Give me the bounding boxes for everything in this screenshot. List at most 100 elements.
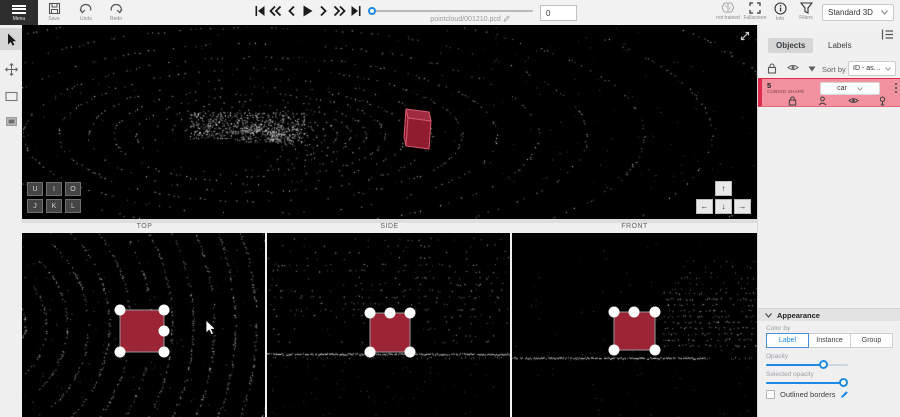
key-j-button[interactable]: J <box>27 199 43 213</box>
resize-handle[interactable] <box>115 347 126 358</box>
visibility-all-button[interactable] <box>787 63 799 72</box>
image-view-tool-button[interactable] <box>0 110 22 132</box>
skip-first-button[interactable] <box>253 4 266 17</box>
next-frame-button[interactable] <box>317 4 330 17</box>
cuboid-rect-side[interactable] <box>370 313 410 352</box>
cuboid-overlay-3d <box>22 25 757 219</box>
top-ortho-view[interactable] <box>22 233 265 417</box>
rotate-handle[interactable] <box>385 308 396 319</box>
opacity-slider-handle[interactable] <box>819 360 828 369</box>
fast-forward-button[interactable] <box>333 4 346 17</box>
cuboid-overlay-top <box>22 233 265 417</box>
sort-by-select[interactable]: ID - as… <box>848 61 896 76</box>
color-by-label-button[interactable]: Label <box>766 333 809 348</box>
frame-seek-slider[interactable] <box>372 10 533 12</box>
color-by-instance-button[interactable]: Instance <box>809 333 851 348</box>
rotate-handle[interactable] <box>159 326 170 337</box>
resize-handle[interactable] <box>159 305 170 316</box>
object-visibility-icon[interactable] <box>848 96 859 105</box>
resize-handle[interactable] <box>159 347 170 358</box>
rectangle-icon <box>5 91 18 102</box>
arrow-up-button[interactable]: ↑ <box>715 181 732 196</box>
select-tool-button[interactable] <box>0 28 22 50</box>
cuboid-overlay-side <box>267 233 510 417</box>
filename-label[interactable]: pointcloud/001210.pcd <box>385 15 555 23</box>
fullscreen-button[interactable]: Fullscreen <box>742 2 768 24</box>
resize-handle[interactable] <box>650 307 661 318</box>
undo-button[interactable]: Undo <box>72 2 100 24</box>
panel-menu-icon[interactable] <box>881 29 894 40</box>
cuboid-tool-button[interactable] <box>0 85 22 107</box>
model-status[interactable]: not trained <box>712 2 744 24</box>
cuboid-front-face[interactable] <box>406 118 431 149</box>
side-ortho-view[interactable] <box>267 233 510 417</box>
lock-all-button[interactable] <box>767 63 777 74</box>
arrow-right-button[interactable]: → <box>734 199 751 214</box>
outlined-borders-checkbox[interactable] <box>766 390 775 399</box>
filter-dropdown-icon[interactable] <box>808 66 816 72</box>
playback-controls <box>253 4 362 17</box>
color-by-segment: Label Instance Group <box>766 333 893 348</box>
object-lock-icon[interactable] <box>788 96 797 106</box>
object-class-select[interactable]: car <box>820 82 880 95</box>
object-list-item-selected[interactable]: 5 CUBOID SHAPE car <box>758 78 900 107</box>
viewport-arrow-keys: ↑ ← ↓ → <box>696 181 751 214</box>
side-view-label: SIDE <box>267 223 512 233</box>
resize-handle[interactable] <box>650 345 661 356</box>
edit-color-icon[interactable] <box>840 390 849 399</box>
main-3d-viewport[interactable]: U I O J K L ↑ ← ↓ → <box>22 25 757 219</box>
menu-button[interactable]: Menu <box>0 0 38 25</box>
outlined-borders-label: Outlined borders <box>780 390 835 399</box>
object-author-icon[interactable] <box>818 96 827 106</box>
key-i-button[interactable]: I <box>46 182 62 196</box>
resize-handle[interactable] <box>115 305 126 316</box>
key-o-button[interactable]: O <box>65 182 81 196</box>
resize-handle[interactable] <box>405 347 416 358</box>
pan-tool-button[interactable] <box>0 58 22 80</box>
expand-view-icon[interactable] <box>739 30 751 42</box>
selected-opacity-slider[interactable] <box>766 382 848 384</box>
fast-rewind-button[interactable] <box>269 4 282 17</box>
frame-number-input[interactable] <box>540 5 577 21</box>
key-k-button[interactable]: K <box>46 199 62 213</box>
cuboid-overlay-front <box>512 233 757 417</box>
prev-frame-button[interactable] <box>285 4 298 17</box>
front-view-label: FRONT <box>512 223 757 233</box>
cuboid-rect-front[interactable] <box>614 312 655 350</box>
redo-button[interactable]: Redo <box>102 2 130 24</box>
rotate-handle[interactable] <box>629 307 640 318</box>
front-ortho-view[interactable] <box>512 233 757 417</box>
seek-slider-handle[interactable] <box>368 7 376 15</box>
opacity-slider[interactable] <box>766 364 848 366</box>
top-toolbar: Menu Save Undo Redo <box>0 0 900 25</box>
object-pin-icon[interactable] <box>878 96 887 106</box>
arrow-left-button[interactable]: ← <box>696 199 713 214</box>
resize-handle[interactable] <box>365 308 376 319</box>
resize-handle[interactable] <box>405 308 416 319</box>
resize-handle[interactable] <box>609 345 620 356</box>
object-menu-icon[interactable] <box>894 82 898 94</box>
tab-objects[interactable]: Objects <box>768 38 813 53</box>
filters-button[interactable]: Filters <box>794 2 818 24</box>
tab-labels[interactable]: Labels <box>820 38 860 53</box>
resize-handle[interactable] <box>609 307 620 318</box>
top-view-label: TOP <box>22 223 267 233</box>
resize-handle[interactable] <box>365 347 376 358</box>
hamburger-icon <box>12 3 26 15</box>
save-button[interactable]: Save <box>40 2 68 24</box>
outlined-borders-row: Outlined borders <box>766 390 849 399</box>
key-u-button[interactable]: U <box>27 182 43 196</box>
redo-icon <box>109 2 123 15</box>
cuboid-rect-top[interactable] <box>120 310 164 352</box>
arrow-down-button[interactable]: ↓ <box>715 199 732 214</box>
selected-opacity-label: Selected opacity <box>766 371 814 378</box>
selected-opacity-slider-handle[interactable] <box>839 378 848 387</box>
view-mode-select[interactable]: Standard 3D <box>822 4 894 21</box>
color-by-group-button[interactable]: Group <box>851 333 893 348</box>
filter-icon <box>800 2 813 14</box>
info-button[interactable]: Info <box>768 2 792 24</box>
appearance-header[interactable]: Appearance <box>758 308 900 321</box>
key-l-button[interactable]: L <box>65 199 81 213</box>
skip-last-button[interactable] <box>349 4 362 17</box>
play-button[interactable] <box>301 4 314 17</box>
